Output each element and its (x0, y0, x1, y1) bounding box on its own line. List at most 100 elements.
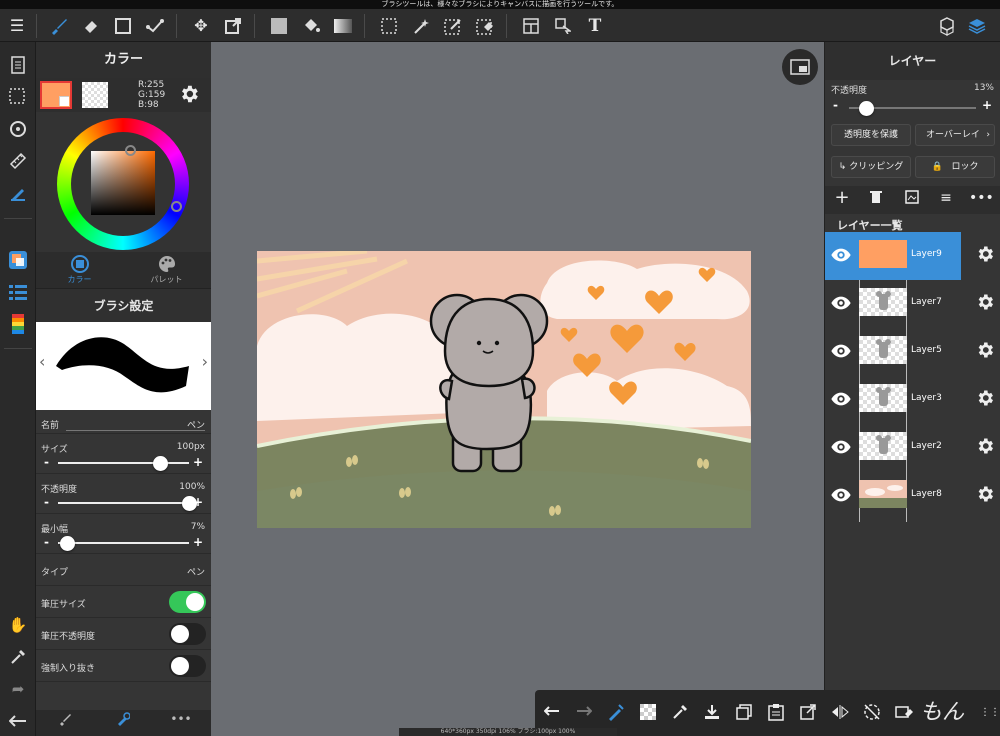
layer-opacity-plus-button[interactable]: + (982, 98, 992, 112)
magic-wand-icon[interactable] (408, 13, 434, 39)
select-rect-icon[interactable] (376, 13, 402, 39)
min-width-slider[interactable] (58, 536, 189, 551)
sub-color-swatch[interactable] (82, 82, 108, 108)
size-slider-knob[interactable] (153, 456, 169, 471)
brush-settings-tab-icon[interactable] (94, 712, 152, 729)
layer-more-icon[interactable]: ••• (969, 190, 994, 206)
brush-name-row[interactable]: 名前 ペン (36, 410, 211, 434)
clipping-button[interactable]: ↳ クリッピング (831, 156, 911, 178)
pressure-size-toggle[interactable] (169, 591, 206, 613)
clear-layer-icon[interactable] (893, 701, 915, 723)
save-icon[interactable] (701, 701, 723, 723)
brush-quick-icon[interactable] (605, 701, 627, 723)
layer-opacity-slider[interactable] (849, 101, 976, 116)
transform-tool-icon[interactable] (220, 13, 246, 39)
eraser-tool-icon[interactable] (78, 13, 104, 39)
grip-icon[interactable]: ⋮⋮ (979, 701, 1000, 723)
text-tool-icon[interactable]: T (582, 13, 608, 39)
tab-palette[interactable]: パレット (123, 252, 210, 288)
min-width-plus-button[interactable]: + (193, 535, 203, 549)
protect-alpha-button[interactable]: 透明度を保護 (831, 124, 911, 146)
prev-brush-arrow-icon[interactable]: ‹ (39, 352, 45, 371)
brush-type-row[interactable]: タイプ ペン (36, 554, 211, 586)
ruler-icon[interactable] (5, 148, 31, 174)
copy-icon[interactable] (733, 701, 755, 723)
pressure-opacity-toggle[interactable] (169, 623, 206, 645)
layers-panel-icon[interactable] (964, 13, 990, 39)
hue-marker[interactable] (171, 201, 182, 212)
layer-opacity-minus-button[interactable]: - (833, 98, 838, 112)
visibility-eye-icon[interactable] (830, 340, 852, 362)
size-slider[interactable] (58, 456, 189, 471)
frame-divider-icon[interactable] (518, 13, 544, 39)
add-layer-icon[interactable]: + (831, 187, 853, 208)
menu-icon[interactable]: ☰ (4, 13, 30, 39)
paste-icon[interactable] (765, 701, 787, 723)
min-width-minus-button[interactable]: - (44, 535, 49, 549)
redo-icon[interactable]: ➦ (5, 676, 31, 702)
color-panel-icon[interactable] (5, 247, 31, 273)
layer-settings-gear-icon[interactable] (975, 340, 995, 360)
brush-list-icon[interactable] (5, 279, 31, 305)
tab-color[interactable]: カラー (36, 252, 123, 288)
view-toggle-button[interactable] (782, 49, 818, 85)
opacity-slider[interactable] (58, 496, 197, 511)
flip-horizontal-icon[interactable] (829, 701, 851, 723)
opacity-minus-button[interactable]: - (44, 495, 49, 509)
opacity-plus-button[interactable]: + (193, 495, 203, 509)
eyedropper-quick-icon[interactable] (669, 701, 691, 723)
deselect-icon[interactable] (5, 84, 31, 110)
layer-row[interactable]: Layer9 (825, 232, 961, 280)
visibility-eye-icon[interactable] (830, 244, 852, 266)
redo-icon[interactable] (573, 701, 595, 723)
visibility-eye-icon[interactable] (830, 484, 852, 506)
shape-tool-icon[interactable] (110, 13, 136, 39)
size-plus-button[interactable]: + (193, 455, 203, 469)
force-fade-toggle[interactable] (169, 655, 206, 677)
undo-icon[interactable] (5, 708, 31, 734)
layer-settings-gear-icon[interactable] (975, 484, 995, 504)
eyedropper-icon[interactable] (5, 644, 31, 670)
color-settings-gear-icon[interactable] (178, 83, 200, 109)
hand-tool-icon[interactable]: ✋ (5, 612, 31, 638)
operation-icon[interactable] (550, 13, 576, 39)
layer-opacity-slider-knob[interactable] (858, 101, 874, 116)
brush-tool-icon[interactable] (46, 13, 72, 39)
brush-tab-icon[interactable] (36, 712, 94, 729)
layer-list-icon[interactable]: ≡ (935, 190, 957, 206)
rotate-reset-icon[interactable] (861, 701, 883, 723)
trash-icon[interactable] (865, 190, 887, 208)
snap-icon[interactable] (5, 116, 31, 142)
saturation-value-square[interactable] (91, 151, 155, 215)
visibility-eye-icon[interactable] (830, 292, 852, 314)
select-eraser-icon[interactable] (472, 13, 498, 39)
layer-settings-gear-icon[interactable] (975, 436, 995, 456)
export-icon[interactable] (797, 701, 819, 723)
gradient-icon[interactable] (330, 13, 356, 39)
transparent-color-icon[interactable] (637, 701, 659, 723)
min-width-slider-knob[interactable] (60, 536, 76, 551)
materials-icon[interactable] (934, 13, 960, 39)
layer-settings-gear-icon[interactable] (975, 244, 995, 264)
size-minus-button[interactable]: - (44, 455, 49, 469)
vector-tool-icon[interactable] (142, 13, 168, 39)
pages-icon[interactable] (5, 52, 31, 78)
move-tool-icon[interactable]: ✥ (188, 13, 214, 39)
layer-properties-icon[interactable] (901, 190, 923, 208)
main-color-swatch[interactable] (40, 81, 72, 109)
blend-mode-button[interactable]: オーバーレイ › (915, 124, 995, 146)
more-options-icon[interactable]: ••• (152, 712, 210, 726)
lock-button[interactable]: 🔒 ロック (915, 156, 995, 178)
layer-settings-gear-icon[interactable] (975, 292, 995, 312)
next-brush-arrow-icon[interactable]: › (202, 352, 208, 371)
visibility-eye-icon[interactable] (830, 436, 852, 458)
sv-marker[interactable] (125, 145, 136, 156)
hand-pen-icon[interactable] (5, 180, 31, 206)
drawing-canvas[interactable] (257, 251, 751, 528)
visibility-eye-icon[interactable] (830, 388, 852, 410)
select-pen-icon[interactable] (440, 13, 466, 39)
paint-bucket-icon[interactable] (298, 13, 324, 39)
fill-color-icon[interactable] (266, 13, 292, 39)
undo-icon[interactable] (541, 701, 563, 723)
layer-settings-gear-icon[interactable] (975, 388, 995, 408)
